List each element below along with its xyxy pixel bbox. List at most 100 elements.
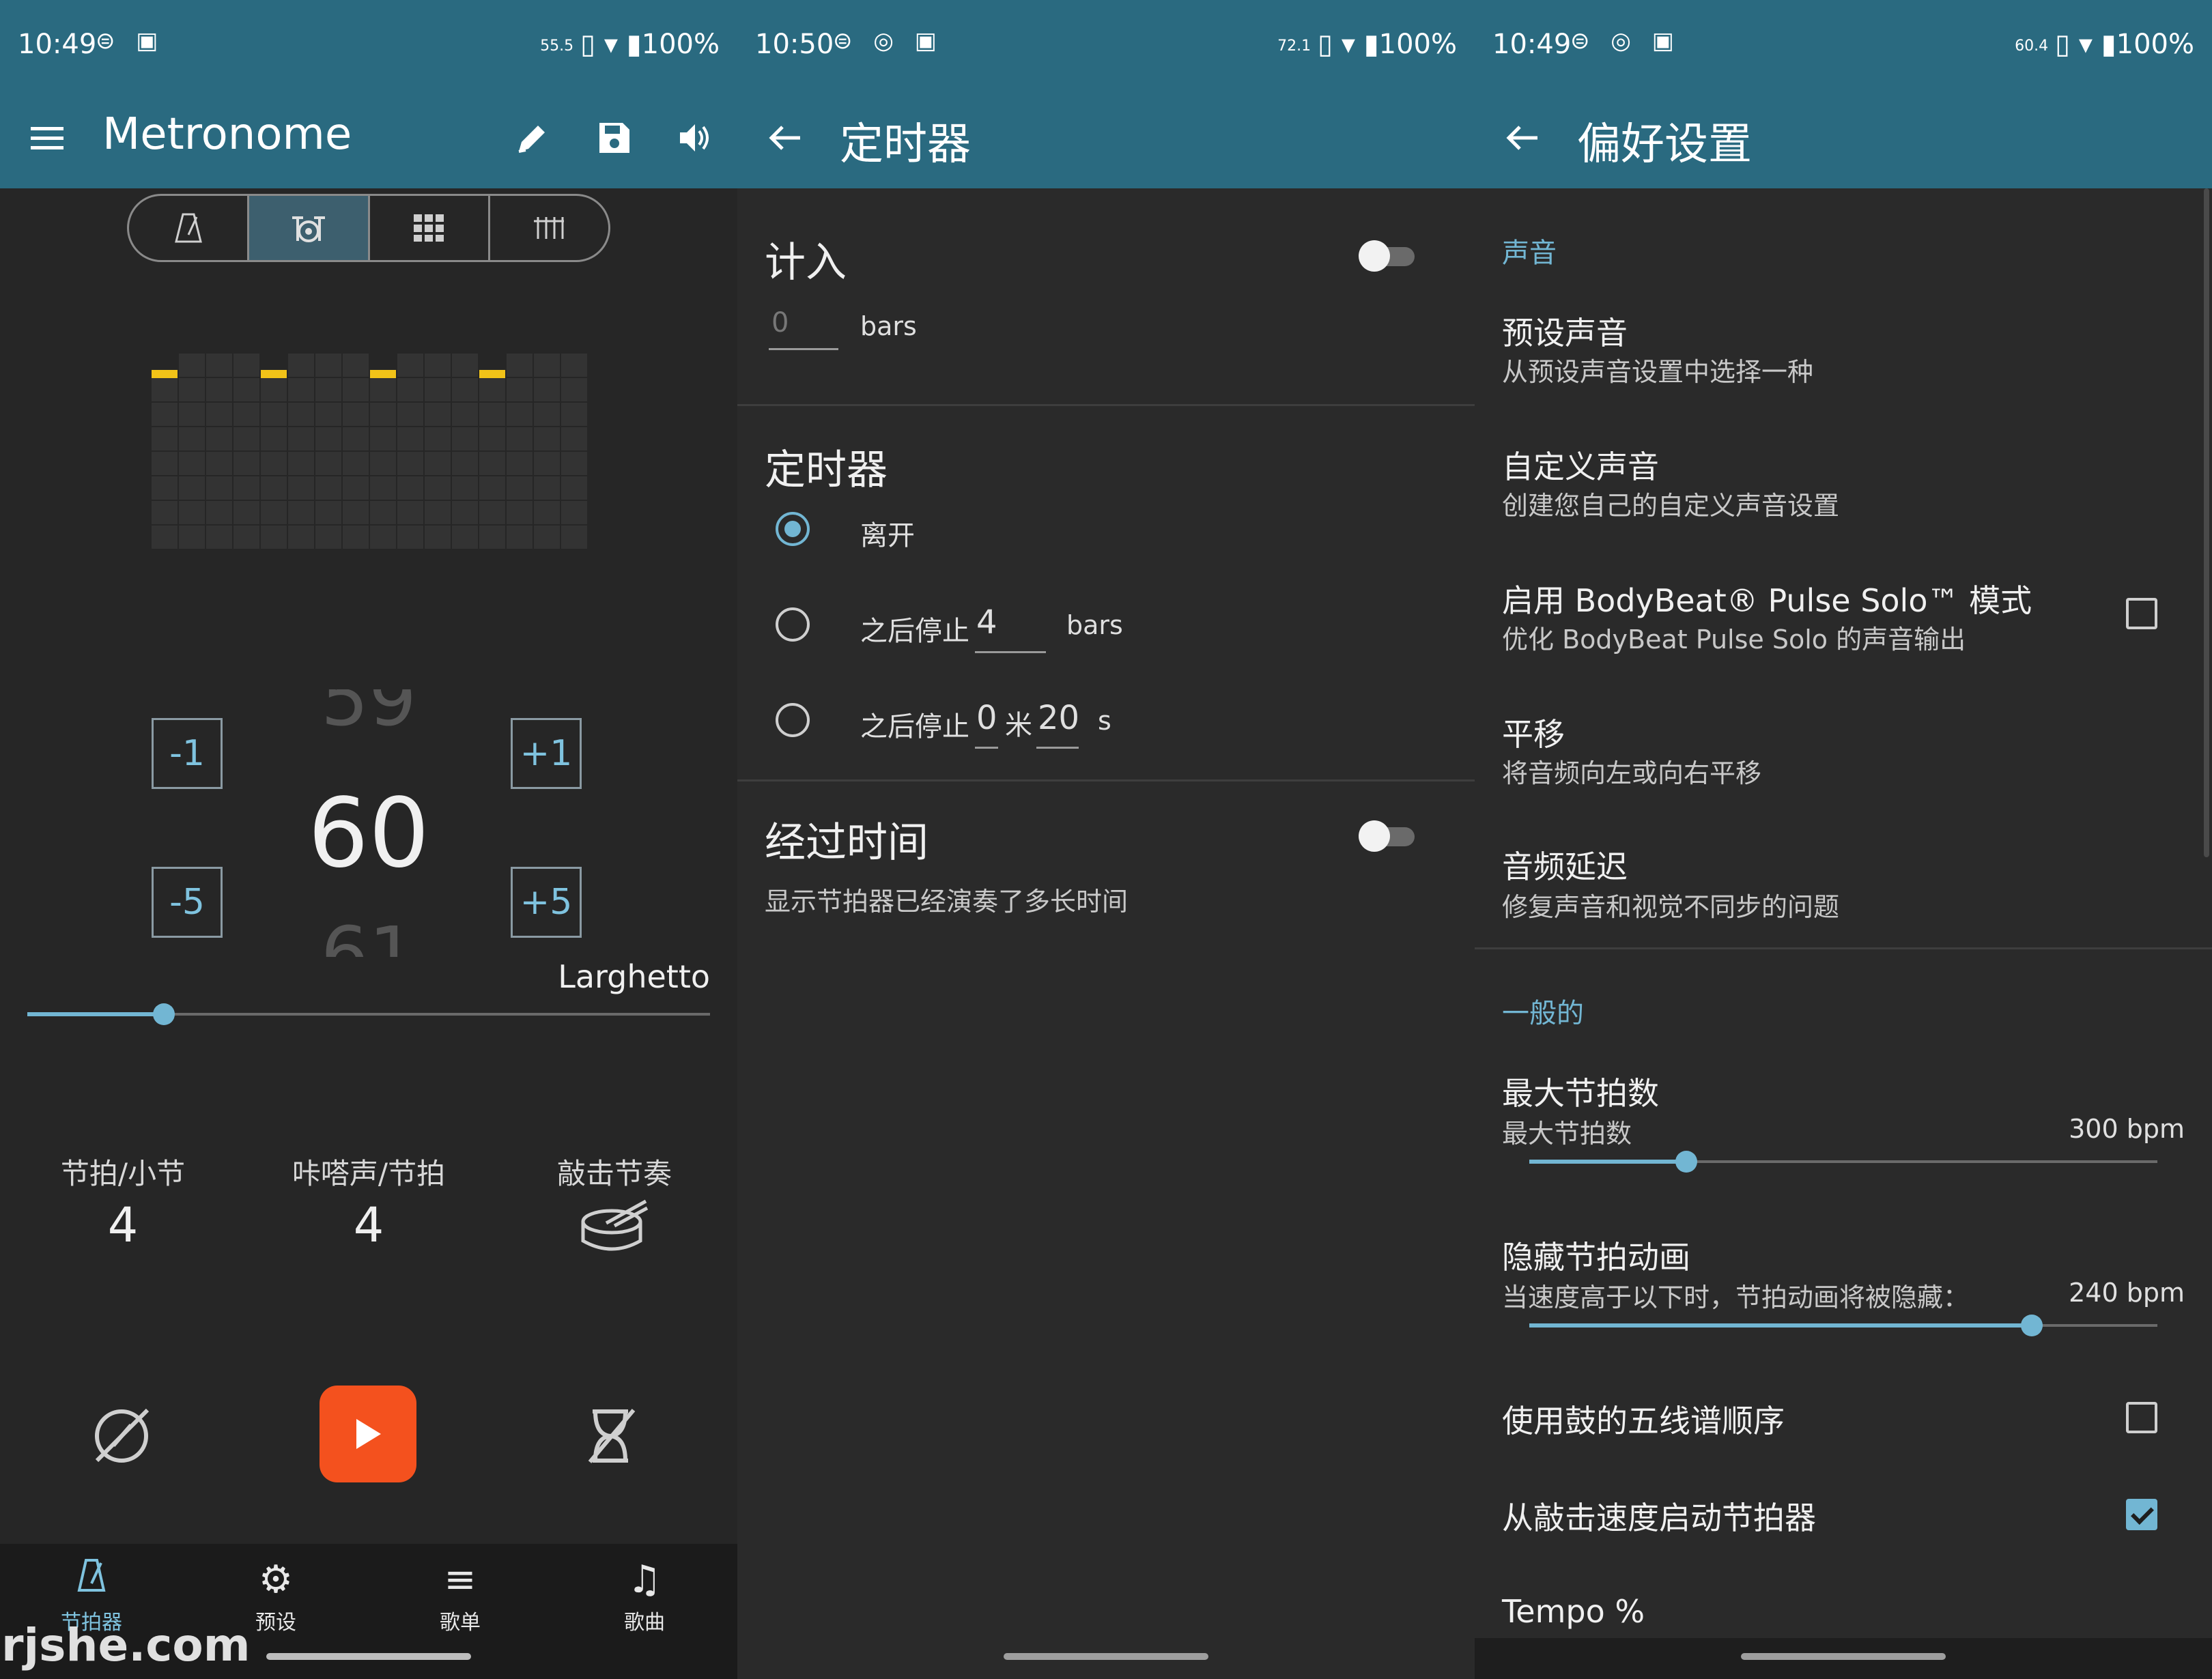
tap-start-checkbox[interactable] [2126,1499,2157,1530]
beat-cell[interactable] [397,452,423,475]
beat-cell[interactable] [288,354,314,377]
beat-cell[interactable] [452,354,478,377]
beat-cell[interactable] [507,501,533,524]
beat-cell[interactable] [507,427,533,450]
beat-cell[interactable] [561,452,587,475]
beat-cell[interactable] [561,403,587,426]
beat-cell[interactable] [507,354,533,377]
back-arrow-icon[interactable] [1495,111,1550,165]
beat-cell[interactable] [507,403,533,426]
beat-cell[interactable] [343,526,369,549]
beat-cell[interactable] [561,476,587,500]
beat-cell[interactable] [233,452,259,475]
beat-cell[interactable] [343,403,369,426]
tempo-value[interactable]: 60 [0,778,737,889]
beat-cell[interactable] [425,476,451,500]
beat-cell[interactable] [534,403,560,426]
beat-cell[interactable] [233,427,259,450]
beat-cell[interactable] [452,476,478,500]
beat-cell[interactable] [397,403,423,426]
beat-cell[interactable] [206,354,232,377]
tempo-slider-knob[interactable] [153,1003,175,1025]
beat-cell[interactable] [452,452,478,475]
beat-cell[interactable] [233,403,259,426]
beat-cell[interactable] [315,476,341,500]
bodybeat-checkbox[interactable] [2126,598,2157,629]
save-icon[interactable] [587,111,642,165]
gesture-bar[interactable] [266,1653,471,1660]
beat-cell[interactable] [397,378,423,401]
beat-cell[interactable] [261,476,287,500]
beat-cell[interactable] [479,526,505,549]
beat-cell[interactable] [343,378,369,401]
beat-cell[interactable] [152,526,178,549]
drum-staff-checkbox[interactable] [2126,1402,2157,1433]
elapsed-toggle[interactable] [1359,820,1415,852]
beat-cell[interactable] [343,427,369,450]
beat-cell[interactable] [534,476,560,500]
menu-icon[interactable] [20,111,75,165]
beat-cell[interactable] [179,378,205,401]
beat-cell[interactable] [315,452,341,475]
beat-cell[interactable] [425,378,451,401]
nav-setlist[interactable]: ≡ 歌单 [392,1558,528,1635]
clicks-per-beat-value[interactable]: 4 [259,1197,478,1253]
beat-cell[interactable] [206,427,232,450]
beat-cell[interactable] [315,354,341,377]
beat-cell[interactable] [233,354,259,377]
beat-cell[interactable] [534,378,560,401]
beat-cell[interactable] [343,501,369,524]
beat-cell[interactable] [179,452,205,475]
beat-cell[interactable] [261,526,287,549]
stop-after-time-radio[interactable] [776,703,810,737]
tab-drum-kit[interactable] [249,196,370,260]
beat-cell[interactable] [261,501,287,524]
beat-cell[interactable] [452,378,478,401]
volume-icon[interactable] [668,111,722,165]
beat-cell[interactable] [397,354,423,377]
tab-grid[interactable] [370,196,490,260]
beat-cell[interactable] [152,427,178,450]
beat-cell[interactable] [261,403,287,426]
beat-cell[interactable] [507,476,533,500]
beat-cell[interactable] [152,476,178,500]
beat-cell[interactable] [179,403,205,426]
beat-cell[interactable] [452,526,478,549]
beat-cell[interactable] [288,378,314,401]
beat-cell[interactable] [233,378,259,401]
scrollbar[interactable] [2204,188,2209,857]
beat-cell[interactable] [397,501,423,524]
back-arrow-icon[interactable] [758,111,812,165]
beat-cell[interactable] [206,476,232,500]
beat-cell[interactable] [315,427,341,450]
beat-cell[interactable] [507,526,533,549]
beat-cell[interactable] [315,403,341,426]
beat-cell[interactable] [343,452,369,475]
beat-cell[interactable] [425,501,451,524]
beat-cell[interactable] [507,378,533,401]
beat-cell[interactable] [370,378,396,401]
beat-cell[interactable] [152,403,178,426]
beat-cell[interactable] [561,526,587,549]
timer-off-icon[interactable] [583,1407,638,1467]
beat-cell[interactable] [315,501,341,524]
beat-cell[interactable] [561,501,587,524]
beat-cell[interactable] [452,427,478,450]
beat-cell[interactable] [397,427,423,450]
beat-cell[interactable] [370,427,396,450]
beat-cell[interactable] [479,378,505,401]
beat-cell[interactable] [370,403,396,426]
beat-cell[interactable] [534,354,560,377]
pencil-icon[interactable] [505,111,560,165]
beat-cell[interactable] [233,526,259,549]
beat-cell[interactable] [370,526,396,549]
beat-cell[interactable] [425,452,451,475]
beat-cell[interactable] [261,378,287,401]
tab-metronome[interactable] [129,196,250,260]
beat-cell[interactable] [452,501,478,524]
count-in-toggle[interactable] [1359,240,1415,272]
beat-cell[interactable] [397,476,423,500]
beat-cell[interactable] [479,427,505,450]
gesture-bar[interactable] [1004,1653,1208,1660]
beat-cell[interactable] [152,501,178,524]
